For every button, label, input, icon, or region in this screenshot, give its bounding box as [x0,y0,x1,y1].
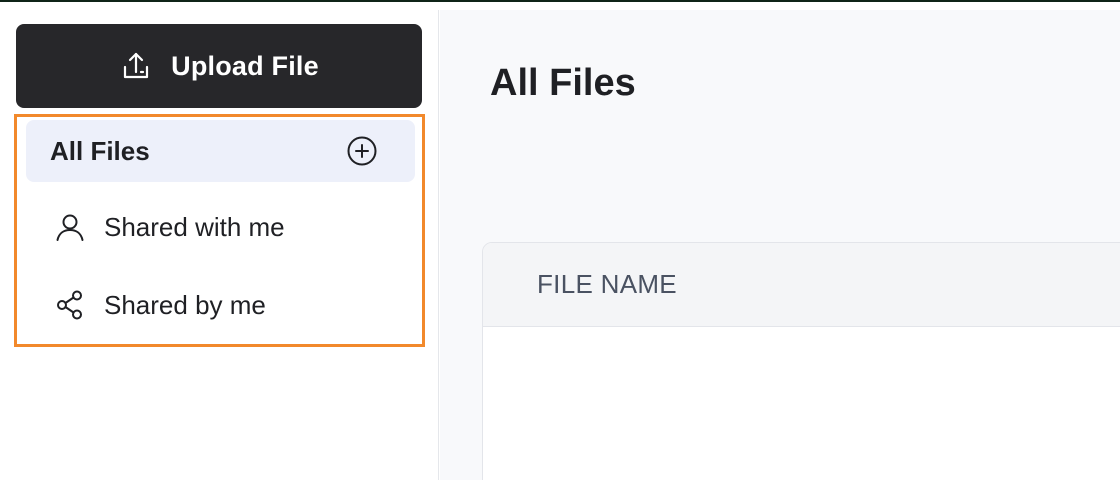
column-header-file-name[interactable]: FILE NAME [483,269,677,300]
user-icon [54,211,86,243]
sidebar: Upload File All Files Shared with me Sha… [0,10,439,480]
share-icon [54,289,86,321]
file-nav-group: All Files Shared with me Shared by me [14,114,425,347]
upload-file-button[interactable]: Upload File [16,24,422,108]
upload-file-label: Upload File [171,50,319,81]
nav-item-all-files[interactable]: All Files [26,120,415,182]
files-table: FILE NAME [482,242,1120,480]
nav-item-label: All Files [50,135,150,166]
page-title: All Files [490,62,636,104]
table-header: FILE NAME [483,243,1120,327]
upload-icon [119,49,153,83]
nav-item-label: Shared with me [104,211,285,242]
main-content: All Files FILE NAME [440,10,1120,480]
nav-item-label: Shared by me [104,289,266,320]
add-circle-icon[interactable] [345,134,379,168]
nav-item-shared-with-me[interactable]: Shared with me [26,196,415,258]
nav-item-shared-by-me[interactable]: Shared by me [26,274,415,336]
window-top-strip [0,0,1120,10]
